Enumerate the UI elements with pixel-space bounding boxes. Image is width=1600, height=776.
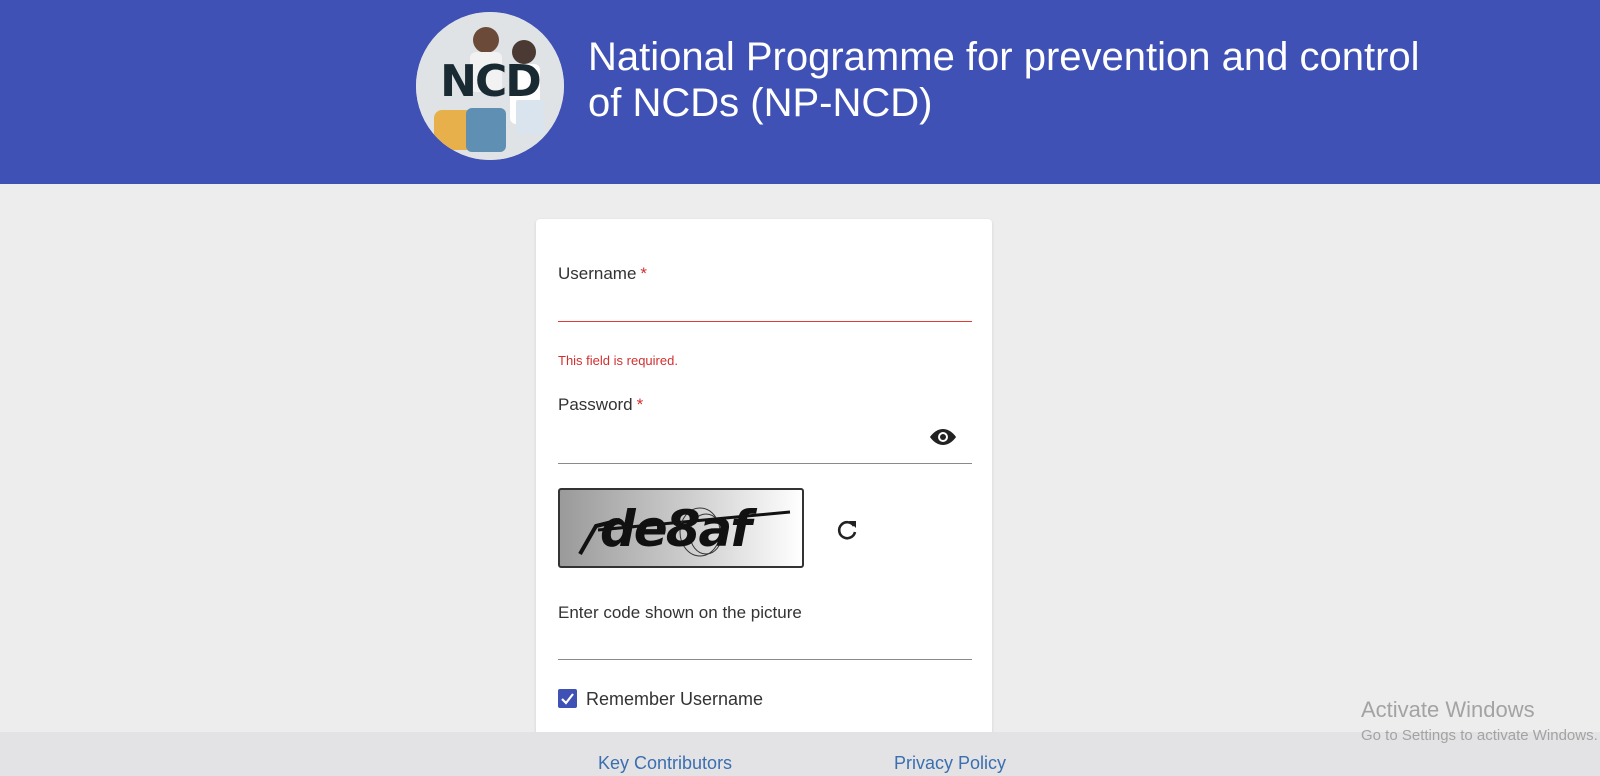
password-label-text: Password (558, 395, 633, 414)
username-error: This field is required. (558, 353, 678, 368)
check-icon (561, 693, 574, 705)
title-line-2: of NCDs (NP-NCD) (588, 81, 933, 125)
app-header: NCD National Programme for prevention an… (0, 0, 1600, 184)
footer: Key Contributors Privacy Policy (0, 732, 1600, 776)
activate-windows-watermark: Activate Windows Go to Settings to activ… (1361, 697, 1598, 744)
captcha-image: de8af (558, 488, 804, 568)
captcha-underline (558, 659, 972, 660)
logo-text: NCD (440, 56, 542, 107)
captcha-input[interactable] (558, 627, 972, 655)
password-label: Password * (558, 395, 643, 415)
watermark-title: Activate Windows (1361, 697, 1535, 722)
remember-username-checkbox[interactable] (558, 689, 577, 708)
captcha-input-label: Enter code shown on the picture (558, 603, 802, 622)
privacy-policy-link[interactable]: Privacy Policy (894, 753, 1006, 774)
watermark-subtitle: Go to Settings to activate Windows. (1361, 727, 1598, 744)
username-label: Username * (558, 264, 647, 284)
key-contributors-link[interactable]: Key Contributors (598, 753, 732, 774)
title-line-1: National Programme for prevention and co… (588, 35, 1420, 79)
page-title: National Programme for prevention and co… (588, 34, 1488, 126)
password-underline (558, 463, 972, 464)
captcha-code-text: de8af (600, 500, 752, 558)
username-underline (558, 321, 972, 322)
ncd-logo: NCD (416, 12, 564, 160)
password-input[interactable] (558, 423, 918, 451)
username-required-mark: * (640, 264, 648, 283)
password-required-mark: * (636, 395, 644, 414)
refresh-icon[interactable] (834, 517, 860, 543)
username-input[interactable] (558, 289, 972, 317)
login-card: Username * This field is required. Passwo… (536, 219, 992, 739)
remember-username-label: Remember Username (586, 689, 764, 709)
eye-icon[interactable] (928, 425, 958, 449)
username-label-text: Username (558, 264, 637, 283)
